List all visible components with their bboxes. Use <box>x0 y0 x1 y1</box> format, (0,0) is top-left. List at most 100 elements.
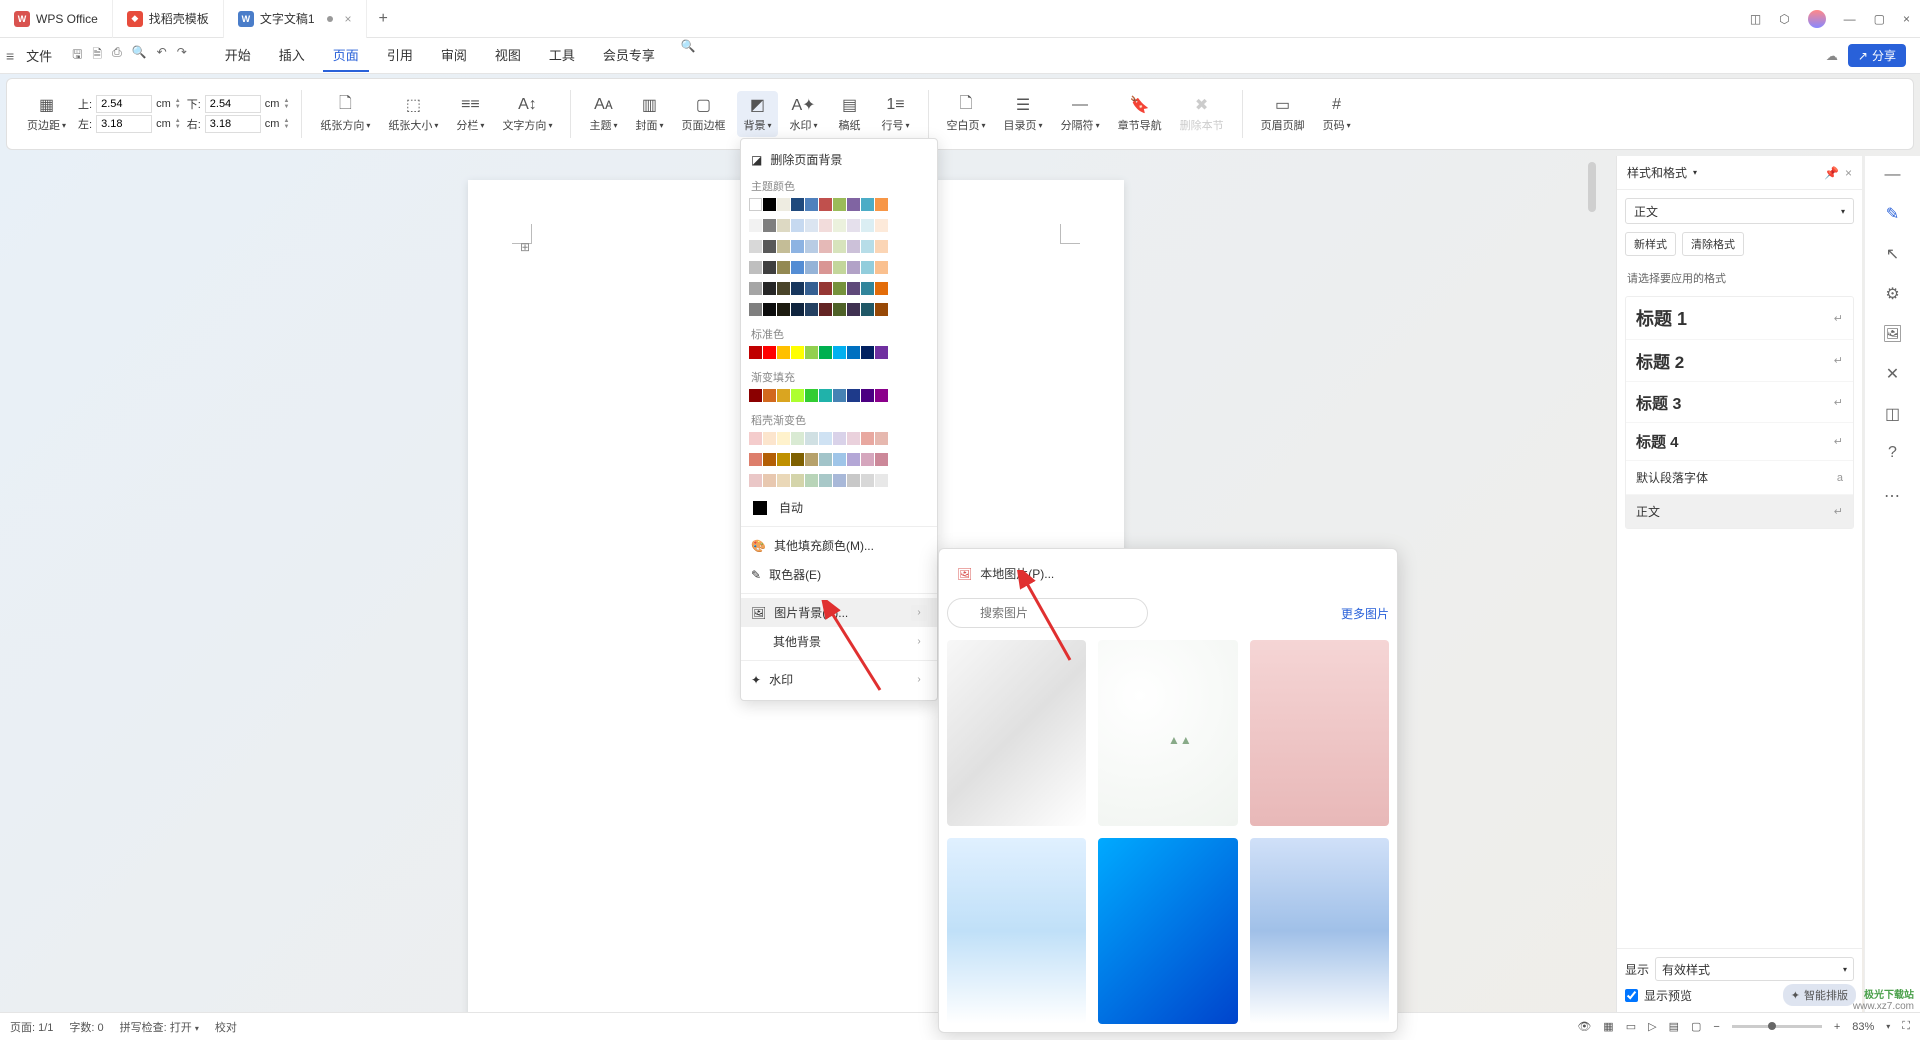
color-swatch[interactable] <box>833 453 846 466</box>
paper-direction-button[interactable]: 🗋纸张方向▾ <box>314 91 376 137</box>
color-swatch[interactable] <box>763 474 776 487</box>
color-swatch[interactable] <box>763 346 776 359</box>
color-swatch[interactable] <box>805 303 818 316</box>
export-icon[interactable]: 🗎 <box>92 45 102 66</box>
color-swatch[interactable] <box>805 219 818 232</box>
smart-layout-button[interactable]: ✦智能排版 <box>1783 984 1856 1006</box>
color-swatch[interactable] <box>819 432 832 445</box>
maximize-icon[interactable]: ▢ <box>1874 12 1885 26</box>
color-swatch[interactable] <box>791 240 804 253</box>
image-thumbnail[interactable]: ▲▲ <box>1098 640 1237 826</box>
eyedropper-item[interactable]: ✎取色器(E) <box>741 560 937 589</box>
color-swatch[interactable] <box>777 219 790 232</box>
zoom-value[interactable]: 83% <box>1852 1021 1874 1033</box>
style-item[interactable]: 标题 1↵ <box>1626 297 1853 340</box>
color-swatch[interactable] <box>777 198 790 211</box>
edit-icon[interactable]: ✎ <box>1886 204 1899 224</box>
style-item[interactable]: 正文↵ <box>1626 495 1853 528</box>
undo-icon[interactable]: ↶ <box>157 45 167 66</box>
color-swatch[interactable] <box>847 432 860 445</box>
color-swatch[interactable] <box>875 346 888 359</box>
color-swatch[interactable] <box>763 389 776 402</box>
color-swatch[interactable] <box>875 303 888 316</box>
blank-page-button[interactable]: 🗋空白页▾ <box>941 91 992 137</box>
style-item[interactable]: 标题 3↵ <box>1626 382 1853 423</box>
color-swatch[interactable] <box>763 303 776 316</box>
clear-format-button[interactable]: 清除格式 <box>1682 232 1744 256</box>
delete-background-item[interactable]: ◪删除页面背景 <box>741 145 937 174</box>
color-swatch[interactable] <box>805 474 818 487</box>
spellcheck-status[interactable]: 拼写检查: 打开 ▾ <box>120 1019 199 1035</box>
color-swatch[interactable] <box>861 346 874 359</box>
hamburger-icon[interactable]: ≡ <box>6 48 14 64</box>
tab-add-button[interactable]: + <box>367 10 400 28</box>
preview-icon[interactable]: 🔍 <box>132 45 147 66</box>
color-swatch[interactable] <box>791 432 804 445</box>
view-eye-icon[interactable]: 👁 <box>1577 1020 1591 1033</box>
menu-tab-page[interactable]: 页面 <box>323 39 369 72</box>
color-swatch[interactable] <box>819 474 832 487</box>
proofing-status[interactable]: 校对 <box>215 1019 237 1035</box>
color-swatch[interactable] <box>847 261 860 274</box>
tab-wps-office[interactable]: W WPS Office <box>0 0 113 38</box>
color-swatch[interactable] <box>791 261 804 274</box>
color-swatch[interactable] <box>791 303 804 316</box>
color-swatch[interactable] <box>749 219 762 232</box>
margins-button[interactable]: ▦ 页边距▾ <box>21 91 72 137</box>
color-swatch[interactable] <box>777 282 790 295</box>
fullscreen-icon[interactable]: ⛶ <box>1902 1020 1910 1033</box>
color-swatch[interactable] <box>791 474 804 487</box>
color-swatch[interactable] <box>749 240 762 253</box>
color-swatch[interactable] <box>791 219 804 232</box>
local-image-item[interactable]: 🖼本地图片(P)... <box>947 557 1389 590</box>
color-swatch[interactable] <box>833 282 846 295</box>
file-menu[interactable]: 文件 <box>26 46 52 65</box>
redo-icon[interactable]: ↷ <box>177 45 187 66</box>
color-swatch[interactable] <box>819 282 832 295</box>
other-fill-item[interactable]: 🎨其他填充颜色(M)... <box>741 531 937 560</box>
help-icon[interactable]: ? <box>1888 444 1897 462</box>
color-swatch[interactable] <box>749 346 762 359</box>
color-swatch[interactable] <box>833 389 846 402</box>
color-swatch[interactable] <box>847 282 860 295</box>
color-swatch[interactable] <box>749 282 762 295</box>
image-thumbnail[interactable] <box>1250 640 1389 826</box>
color-swatch[interactable] <box>861 453 874 466</box>
close-window-icon[interactable]: × <box>1903 12 1910 26</box>
color-swatch[interactable] <box>847 240 860 253</box>
color-swatch[interactable] <box>875 282 888 295</box>
color-swatch[interactable] <box>875 474 888 487</box>
tab-templates[interactable]: ◆ 找稻壳模板 <box>113 0 224 38</box>
show-filter-select[interactable]: 有效样式▾ <box>1655 957 1854 981</box>
search-icon[interactable]: 🔍 <box>681 39 696 72</box>
margin-left-input[interactable] <box>96 115 152 133</box>
menu-tab-member[interactable]: 会员专享 <box>593 39 665 72</box>
paper-size-button[interactable]: ⬚纸张大小▾ <box>382 91 444 137</box>
background-button[interactable]: ◩背景▾ <box>737 91 777 137</box>
layout-icon[interactable]: ◫ <box>1885 404 1900 424</box>
color-swatch[interactable] <box>791 198 804 211</box>
menu-tab-tools[interactable]: 工具 <box>539 39 585 72</box>
margin-top-input[interactable] <box>96 95 152 113</box>
color-swatch[interactable] <box>763 198 776 211</box>
color-swatch[interactable] <box>791 346 804 359</box>
color-swatch[interactable] <box>875 432 888 445</box>
view-grid-icon[interactable]: ▦ <box>1603 1020 1613 1033</box>
color-swatch[interactable] <box>833 303 846 316</box>
theme-button[interactable]: Aᴀ主题▾ <box>583 91 623 137</box>
color-swatch[interactable] <box>749 261 762 274</box>
zoom-in-icon[interactable]: + <box>1834 1021 1840 1033</box>
color-swatch[interactable] <box>833 219 846 232</box>
picture-background-item[interactable]: 🖼图片背景(P)...› <box>741 598 937 627</box>
view-play-icon[interactable]: ▷ <box>1648 1020 1656 1033</box>
pin-icon[interactable]: 📌 <box>1824 166 1839 180</box>
cover-button[interactable]: ▥封面▾ <box>629 91 669 137</box>
color-swatch[interactable] <box>763 261 776 274</box>
header-footer-button[interactable]: ▭页眉页脚 <box>1255 91 1311 137</box>
image-thumbnail[interactable] <box>947 838 1086 1024</box>
page-border-button[interactable]: ▢页面边框 <box>675 91 731 137</box>
color-swatch[interactable] <box>749 389 762 402</box>
word-count[interactable]: 字数: 0 <box>69 1019 103 1035</box>
zoom-out-icon[interactable]: − <box>1713 1021 1719 1033</box>
cloud-icon[interactable]: ☁ <box>1826 49 1838 63</box>
